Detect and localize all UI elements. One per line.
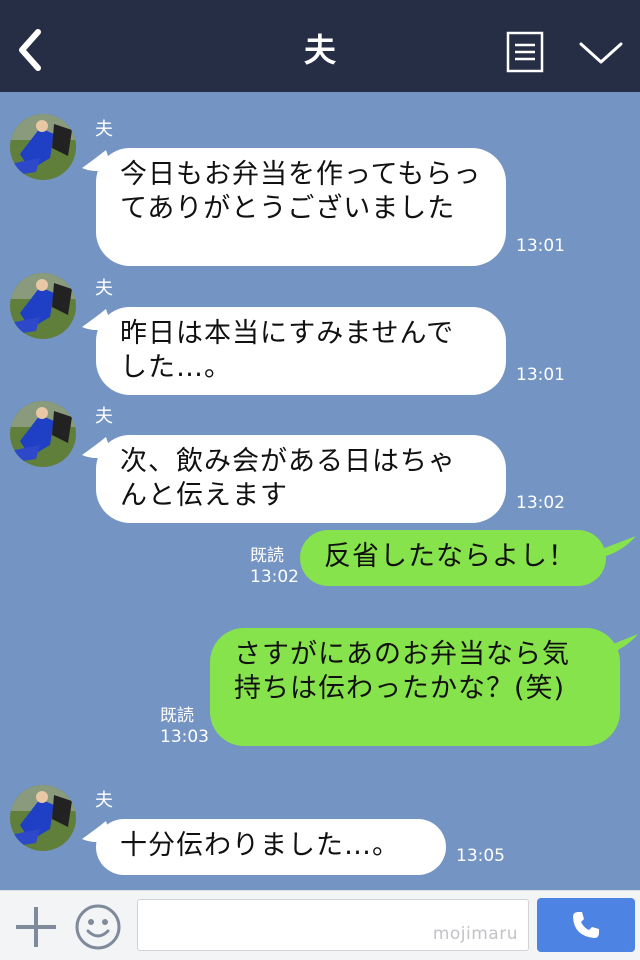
phone-icon [573,912,599,938]
message-time: 13:01 [516,236,565,256]
message-bubble: 反省したならよし！ [300,530,606,586]
message-bubble: 十分伝わりました…。 [96,819,446,875]
message-time: 13:02 [516,493,565,513]
bubble-tail [598,634,638,654]
plus-icon[interactable] [14,905,58,949]
menu-icon[interactable] [505,30,545,74]
message-bubble: さすがにあのお弁当なら気持ちは伝わったかな？(笑) [210,628,620,746]
message-bubble: 次、飲み会がある日はちゃんと伝えます [96,435,506,523]
message-time: 13:02 [250,567,299,587]
back-arrow-icon[interactable] [8,24,52,76]
chat-header: 夫 [0,0,640,92]
sender-name: 夫 [95,119,113,140]
message-time: 13:05 [456,846,505,866]
message-bubble: 昨日は本当にすみませんでした…。 [96,307,506,395]
call-button[interactable] [537,898,635,952]
sender-name: 夫 [95,278,113,299]
avatar[interactable] [10,401,76,467]
smiley-icon[interactable] [74,903,122,951]
message-time: 13:03 [160,727,209,747]
input-bar: mojimaru [0,890,640,960]
message-time: 13:01 [516,365,565,385]
message-input[interactable]: mojimaru [137,899,529,951]
avatar[interactable] [10,114,76,180]
sender-name: 夫 [95,790,113,811]
chevron-down-icon[interactable] [576,36,626,70]
bubble-tail [594,536,636,556]
avatar[interactable] [10,785,76,851]
message-bubble: 今日もお弁当を作ってもらってありがとうございました [96,148,506,266]
read-receipt: 既読 [160,706,194,726]
avatar[interactable] [10,273,76,339]
read-receipt: 既読 [250,546,284,566]
watermark-text: mojimaru [432,924,518,944]
sender-name: 夫 [95,406,113,427]
